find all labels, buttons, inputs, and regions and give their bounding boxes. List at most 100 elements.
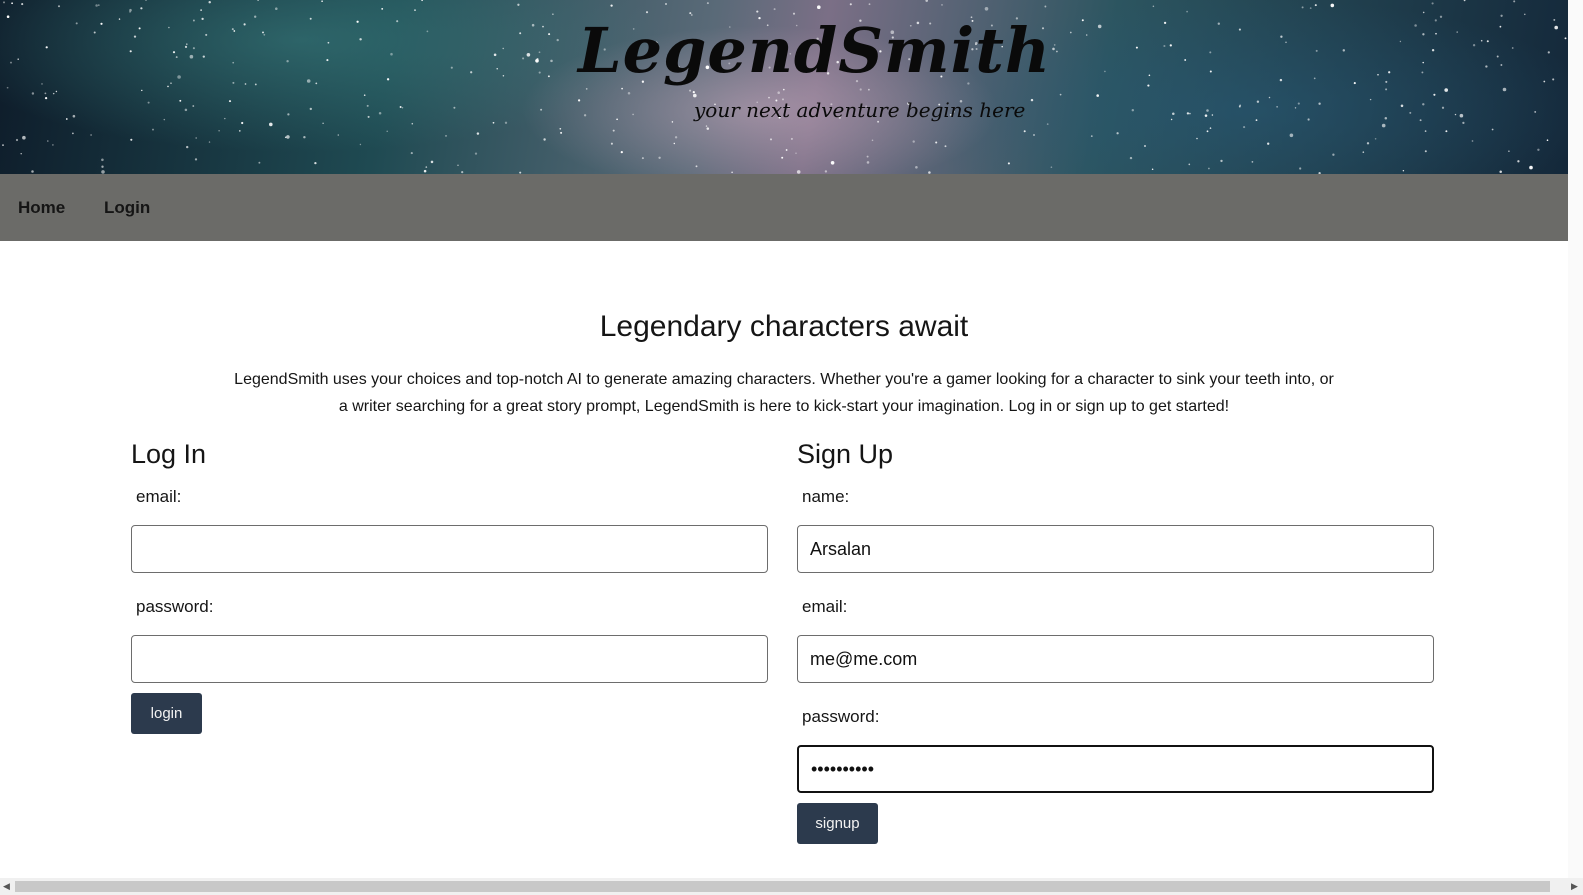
star (306, 79, 311, 83)
star (1211, 114, 1214, 116)
star (208, 141, 211, 143)
star (1307, 118, 1310, 121)
star (241, 121, 244, 125)
login-password-input[interactable] (131, 635, 768, 683)
star (560, 131, 563, 134)
star (1330, 3, 1335, 8)
star (1409, 111, 1412, 114)
star (1209, 51, 1212, 54)
star (1377, 74, 1379, 76)
star (1374, 138, 1377, 140)
star (309, 17, 312, 20)
star (425, 166, 428, 168)
scroll-right-arrow-icon[interactable]: ▶ (1571, 882, 1578, 892)
star (423, 169, 427, 173)
star (201, 17, 204, 21)
star (396, 20, 399, 23)
star (1104, 70, 1106, 73)
star (41, 83, 43, 85)
star (538, 51, 541, 54)
signup-password-label: password: (802, 707, 880, 726)
star (257, 0, 259, 1)
star (504, 121, 508, 124)
star (476, 132, 480, 135)
nav-home-link[interactable]: Home (18, 198, 65, 218)
star (184, 108, 188, 112)
star (1369, 98, 1372, 101)
star (1217, 22, 1220, 25)
signup-password-input[interactable] (797, 745, 1434, 793)
star (269, 122, 273, 127)
star (1189, 112, 1191, 115)
star (186, 145, 189, 149)
star (1421, 71, 1424, 74)
star (1053, 44, 1056, 46)
star (1441, 106, 1445, 109)
star (75, 22, 78, 25)
star (868, 3, 871, 6)
star (47, 140, 49, 142)
login-button[interactable]: login (131, 693, 202, 734)
star (263, 33, 266, 36)
star (421, 0, 423, 2)
star (616, 118, 618, 121)
signup-email-input[interactable] (797, 635, 1434, 683)
star (1534, 110, 1537, 113)
star (1172, 112, 1175, 116)
star (577, 99, 581, 102)
star (1276, 106, 1278, 108)
star (706, 127, 710, 130)
vertical-scrollbar[interactable] (1568, 0, 1583, 878)
star (2, 144, 4, 146)
star (359, 38, 362, 41)
header-banner: LegendSmith your next adventure begins h… (0, 0, 1568, 174)
nav-login-link[interactable]: Login (104, 198, 150, 218)
star (1472, 44, 1476, 47)
login-email-label: email: (136, 487, 182, 506)
login-email-input[interactable] (131, 525, 768, 573)
horizontal-scrollbar[interactable]: ◀ ▶ (0, 878, 1583, 895)
star (1033, 134, 1035, 136)
signup-button[interactable]: signup (797, 803, 878, 844)
star (1256, 100, 1260, 103)
star (1186, 112, 1190, 115)
star (1297, 102, 1300, 105)
star (522, 57, 525, 60)
star (1206, 130, 1209, 133)
star (133, 35, 137, 38)
star (192, 105, 195, 107)
star (1301, 6, 1304, 9)
star (275, 7, 278, 10)
star (502, 47, 504, 50)
star (1069, 31, 1072, 34)
star (450, 66, 453, 69)
star (326, 59, 329, 62)
star (309, 107, 312, 111)
star (1147, 84, 1150, 87)
star (445, 135, 447, 137)
star (1186, 10, 1188, 13)
star (645, 11, 649, 14)
star (386, 130, 388, 133)
star (658, 156, 661, 159)
star (65, 118, 68, 120)
signup-name-input[interactable] (797, 525, 1434, 573)
star (1385, 88, 1388, 91)
star (1366, 142, 1370, 145)
star (1511, 47, 1514, 49)
scroll-left-arrow-icon[interactable]: ◀ (3, 882, 10, 892)
horizontal-scrollbar-thumb[interactable] (15, 881, 1550, 892)
star (867, 88, 870, 91)
star (3, 1, 5, 4)
star (1023, 130, 1026, 133)
star (1463, 0, 1466, 2)
star (1513, 0, 1516, 3)
star (411, 122, 414, 125)
star (244, 83, 247, 85)
star (944, 145, 947, 148)
star (195, 137, 198, 139)
star (15, 138, 19, 142)
star (782, 88, 785, 91)
star (556, 38, 559, 42)
star (1362, 151, 1365, 153)
